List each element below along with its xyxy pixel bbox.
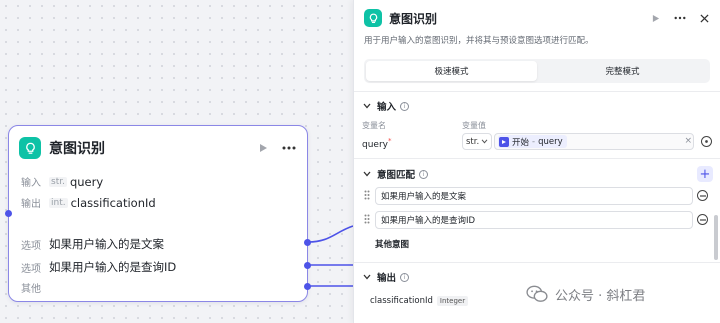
option-label: 选项: [21, 263, 41, 275]
section-title: 输出: [377, 273, 397, 284]
scrollbar-thumb[interactable]: [714, 215, 718, 260]
chevron-down-icon: [363, 103, 373, 109]
input-port[interactable]: [5, 210, 12, 217]
run-icon[interactable]: [253, 138, 273, 158]
drag-handle-icon[interactable]: [364, 214, 370, 224]
variable-reference-input[interactable]: 开始 - query: [494, 133, 694, 150]
ref-separator: -: [532, 136, 536, 147]
option-label: 选项: [21, 240, 41, 252]
drag-handle-icon[interactable]: [364, 190, 370, 200]
option-value: 如果用户输入的是查询ID: [49, 260, 177, 274]
column-header: 变量名: [362, 121, 386, 130]
watermark: 公众号 · 斜杠君: [526, 282, 645, 306]
node-header: 意图识别: [19, 136, 299, 160]
output-value: classificationId: [70, 195, 156, 210]
output-type-tag: Integer: [436, 296, 469, 306]
output-port[interactable]: [304, 239, 311, 246]
remove-icon[interactable]: [697, 214, 708, 225]
node-option-row: 选项 如果用户输入的是查询ID: [21, 259, 176, 275]
output-port[interactable]: [304, 283, 311, 290]
info-icon[interactable]: i: [400, 101, 410, 111]
intent-input[interactable]: 如果用户输入的是查询ID: [375, 211, 693, 229]
panel-title: 意图识别: [389, 11, 438, 26]
info-icon[interactable]: i: [419, 169, 429, 179]
divider: [354, 91, 720, 92]
output-port[interactable]: [304, 262, 311, 269]
other-intent-label: 其他意图: [375, 240, 410, 250]
node-output-row: 输出 int. classificationId: [21, 195, 156, 211]
option-value: 如果用户输入的是文案: [49, 237, 164, 251]
settings-icon[interactable]: [701, 136, 712, 147]
remove-icon[interactable]: [697, 190, 708, 201]
panel-description: 用于用户输入的意图识别，并将其与预设意图选项进行匹配。: [364, 36, 594, 46]
more-icon[interactable]: [279, 138, 299, 158]
ref-variable: query: [538, 136, 563, 147]
option-label: 其他: [21, 284, 41, 295]
output-variable: classificationId Integer: [370, 296, 469, 306]
reference-chip: 开始 - query: [498, 135, 567, 148]
input-value: query: [69, 174, 104, 189]
input-var-name: query*: [362, 137, 391, 150]
node-config-panel: 意图识别 用于用户输入的意图识别，并将其与预设意图选项进行匹配。 极速模式 完整…: [353, 0, 720, 323]
node-option-row: 其他: [21, 280, 49, 295]
output-section-header[interactable]: 输出 i: [363, 270, 410, 284]
tab-fast-mode[interactable]: 极速模式: [366, 61, 537, 81]
output-label: 输出: [21, 199, 41, 210]
tab-full-mode[interactable]: 完整模式: [537, 61, 708, 81]
section-title: 意图匹配: [377, 170, 416, 181]
var-name-text: query: [362, 140, 388, 150]
input-label: 输入: [21, 178, 41, 189]
intent-node-card[interactable]: 意图识别 输入 str. query 输出 int. classificatio…: [8, 125, 308, 302]
lightbulb-icon: [19, 137, 41, 159]
type-select[interactable]: str.: [462, 133, 492, 150]
mode-switch: 极速模式 完整模式: [364, 59, 710, 83]
add-intent-button[interactable]: +: [697, 166, 713, 182]
input-type-tag: str.: [49, 176, 67, 187]
clear-icon[interactable]: ×: [684, 136, 692, 146]
run-icon[interactable]: [648, 10, 664, 26]
intent-input[interactable]: 如果用户输入的是文案: [375, 187, 693, 205]
info-icon[interactable]: i: [400, 272, 410, 282]
output-type-tag: int.: [49, 197, 68, 208]
intent-section-header[interactable]: 意图匹配 i: [363, 167, 429, 181]
ref-source: 开始: [512, 137, 530, 148]
node-title: 意图识别: [49, 141, 105, 157]
divider: [354, 262, 720, 263]
chevron-down-icon: [363, 171, 373, 177]
input-section-header[interactable]: 输入 i: [363, 99, 410, 113]
watermark-text: 公众号 · 斜杠君: [555, 288, 646, 304]
required-mark: *: [387, 137, 392, 145]
output-var-name: classificationId: [370, 296, 433, 306]
type-select-value: str.: [466, 136, 480, 147]
more-icon[interactable]: [672, 10, 688, 26]
chevron-down-icon: [481, 139, 488, 144]
divider: [354, 158, 720, 159]
wechat-icon: [526, 285, 548, 302]
lightbulb-icon: [364, 9, 382, 27]
section-title: 输入: [377, 102, 397, 113]
column-header: 变量值: [462, 121, 486, 130]
node-option-row: 选项 如果用户输入的是文案: [21, 236, 164, 252]
panel-header: 意图识别: [364, 8, 712, 28]
close-icon[interactable]: [696, 10, 712, 26]
start-node-icon: [499, 136, 509, 147]
chevron-down-icon: [363, 274, 373, 280]
node-input-row: 输入 str. query: [21, 174, 104, 190]
